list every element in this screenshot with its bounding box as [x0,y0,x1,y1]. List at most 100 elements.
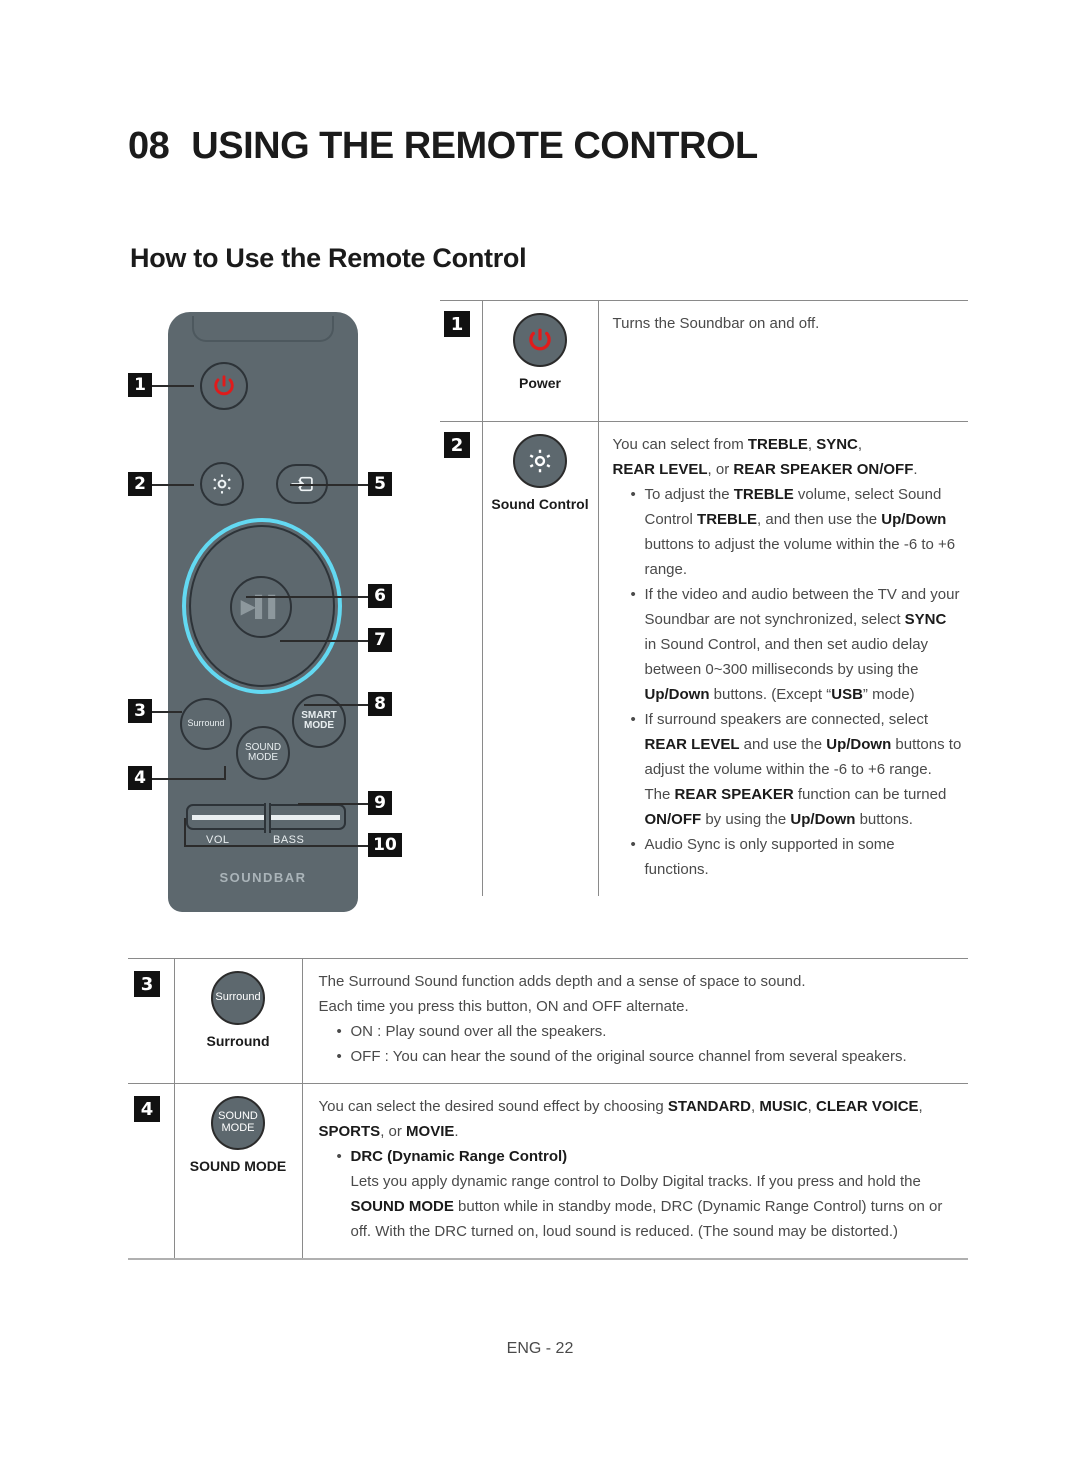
intro-rear-speaker: REAR SPEAKER ON/OFF [733,461,914,478]
sound-control-button-icon [513,434,567,488]
row-badge-4: 4 [134,1096,160,1122]
callout-badge-3: 3 [128,699,152,723]
list-item: Audio Sync is only supported in some fun… [631,832,963,882]
row-desc-1: Turns the Soundbar on and off. [612,315,820,332]
leader-line-10b [184,818,186,846]
remote-smart-mode-button[interactable]: SMART MODE [292,694,346,748]
remote-sound-mode-label: SOUND MODE [244,741,282,764]
callout-badge-8: 8 [368,692,392,716]
sm-k: . [454,1123,459,1140]
sound-mode-button-icon: SOUND MODE [211,1096,265,1150]
table-row: 2 Sound Control You can select from TREB… [440,421,968,897]
sm-i: , or [380,1123,407,1140]
row-number-cell: 4 [128,1083,174,1260]
row-desc-3: The Surround Sound function adds depth a… [319,969,963,1069]
row-icon-cell: Surround Surround [173,959,303,1084]
remote-power-button[interactable] [200,362,248,410]
list-item: OFF : You can hear the sound of the orig… [337,1044,963,1069]
row-desc-2: You can select from TREBLE, SYNC, REAR L… [613,432,963,882]
remote-control-illustration: ▶▌▌ Surround SOUND MODE SMART MODE VOL B… [128,300,428,950]
leader-line-1 [152,385,194,387]
row-desc-cell: The Surround Sound function adds depth a… [302,959,968,1084]
row-badge-3: 3 [134,971,160,997]
drc-title: DRC (Dynamic Range Control) [350,1148,568,1165]
row-badge-1: 1 [444,311,470,337]
row-badge-2: 2 [444,432,470,458]
sound-mode-icon-l1: SOUND [218,1110,258,1123]
callout-badge-2: 2 [128,472,152,496]
sm-sports: SPORTS [318,1123,381,1140]
power-button-icon [513,313,567,367]
row-caption-4: SOUND MODE [189,1158,287,1174]
callout-badge-4: 4 [128,766,152,790]
power-icon [214,375,234,396]
list-item: ON : Play sound over all the speakers. [337,1019,963,1044]
intro-rear-level: REAR LEVEL [612,461,708,478]
table-row: 4 SOUND MODE SOUND MODE You can select t [128,1083,968,1260]
drc-body-bold: SOUND MODE [350,1198,454,1215]
callout-badge-7: 7 [368,628,392,652]
leader-line-9 [298,803,368,805]
surround-line-2: Each time you press this button, ON and … [318,998,689,1015]
sm-clear-voice: CLEAR VOICE [816,1098,919,1115]
play-pause-icon: ▶▌▌ [240,595,283,618]
sm-movie: MOVIE [406,1123,455,1140]
callout-badge-5: 5 [368,472,392,496]
leader-line-10a [184,845,368,847]
section-title: How to Use the Remote Control [130,243,527,273]
intro-e: , [857,436,863,453]
list-item: If surround speakers are connected, sele… [631,707,963,832]
remote-sound-control-button[interactable] [200,462,244,506]
gear-icon [529,449,551,473]
row-icon-cell: Sound Control [481,421,599,896]
list-item: To adjust the TREBLE volume, select Soun… [631,482,963,582]
row-desc-cell: Turns the Soundbar on and off. [598,301,968,422]
intro-sync: SYNC [816,436,858,453]
remote-body: ▶▌▌ Surround SOUND MODE SMART MODE VOL B… [168,312,358,912]
intro-i: . [913,461,918,478]
remote-vol-bass-slider[interactable] [186,803,346,833]
remote-surround-button[interactable]: Surround [180,698,232,750]
leader-line-8 [304,704,368,706]
remote-smart-mode-label-l2: MODE [304,720,334,731]
intro-g: , or [707,461,734,478]
row-icon-cell: SOUND MODE SOUND MODE [173,1083,303,1260]
sm-g: , [918,1098,923,1115]
remote-sound-mode-label-l1: SOUND [244,741,282,753]
leader-line-4a [152,778,226,780]
row-desc-cell: You can select from TREBLE, SYNC, REAR L… [598,422,968,897]
row-desc-4: You can select the desired sound effect … [319,1094,963,1244]
surround-bullets: ON : Play sound over all the speakers. O… [319,1019,963,1069]
drc-body: Lets you apply dynamic range control to … [351,1169,963,1244]
drc-body-1: Lets you apply dynamic range control to … [350,1173,921,1190]
sound-mode-intro: You can select the desired sound effect … [319,1094,963,1144]
page-title: 08 USING THE REMOTE CONTROL [128,125,758,168]
sm-standard: STANDARD [667,1098,751,1115]
power-icon [529,328,551,351]
leader-line-6 [246,596,368,598]
remote-smart-mode-label: SMART MODE [301,710,337,732]
leader-line-7 [280,640,368,642]
surround-icon-text: Surround [215,991,261,1004]
list-item: DRC (Dynamic Range Control) Lets you app… [337,1144,963,1244]
list-item: If the video and audio between the TV an… [631,582,963,707]
callout-badge-1: 1 [128,373,152,397]
manual-page: 08 USING THE REMOTE CONTROL How to Use th… [0,0,1080,1479]
callout-badge-6: 6 [368,584,392,608]
remote-sound-mode-button[interactable]: SOUND MODE [236,726,290,780]
callout-badge-9: 9 [368,791,392,815]
sound-mode-bullets: DRC (Dynamic Range Control) Lets you app… [319,1144,963,1244]
chapter-number: 08 [128,125,170,167]
remote-brand-label: SOUNDBAR [219,870,307,885]
intro-a: You can select from [612,436,748,453]
gear-icon [213,474,231,494]
sound-mode-icon-l2: MODE [221,1122,255,1134]
slider-divider [264,803,271,833]
intro-c: , [807,436,817,453]
sm-e: , [807,1098,817,1115]
sound-control-bullets: To adjust the TREBLE volume, select Soun… [613,482,963,882]
leader-line-4b [224,766,226,780]
intro-treble: TREBLE [747,436,808,453]
row-caption-3: Surround [206,1033,270,1049]
remote-play-pause-button[interactable]: ▶▌▌ [230,576,292,638]
